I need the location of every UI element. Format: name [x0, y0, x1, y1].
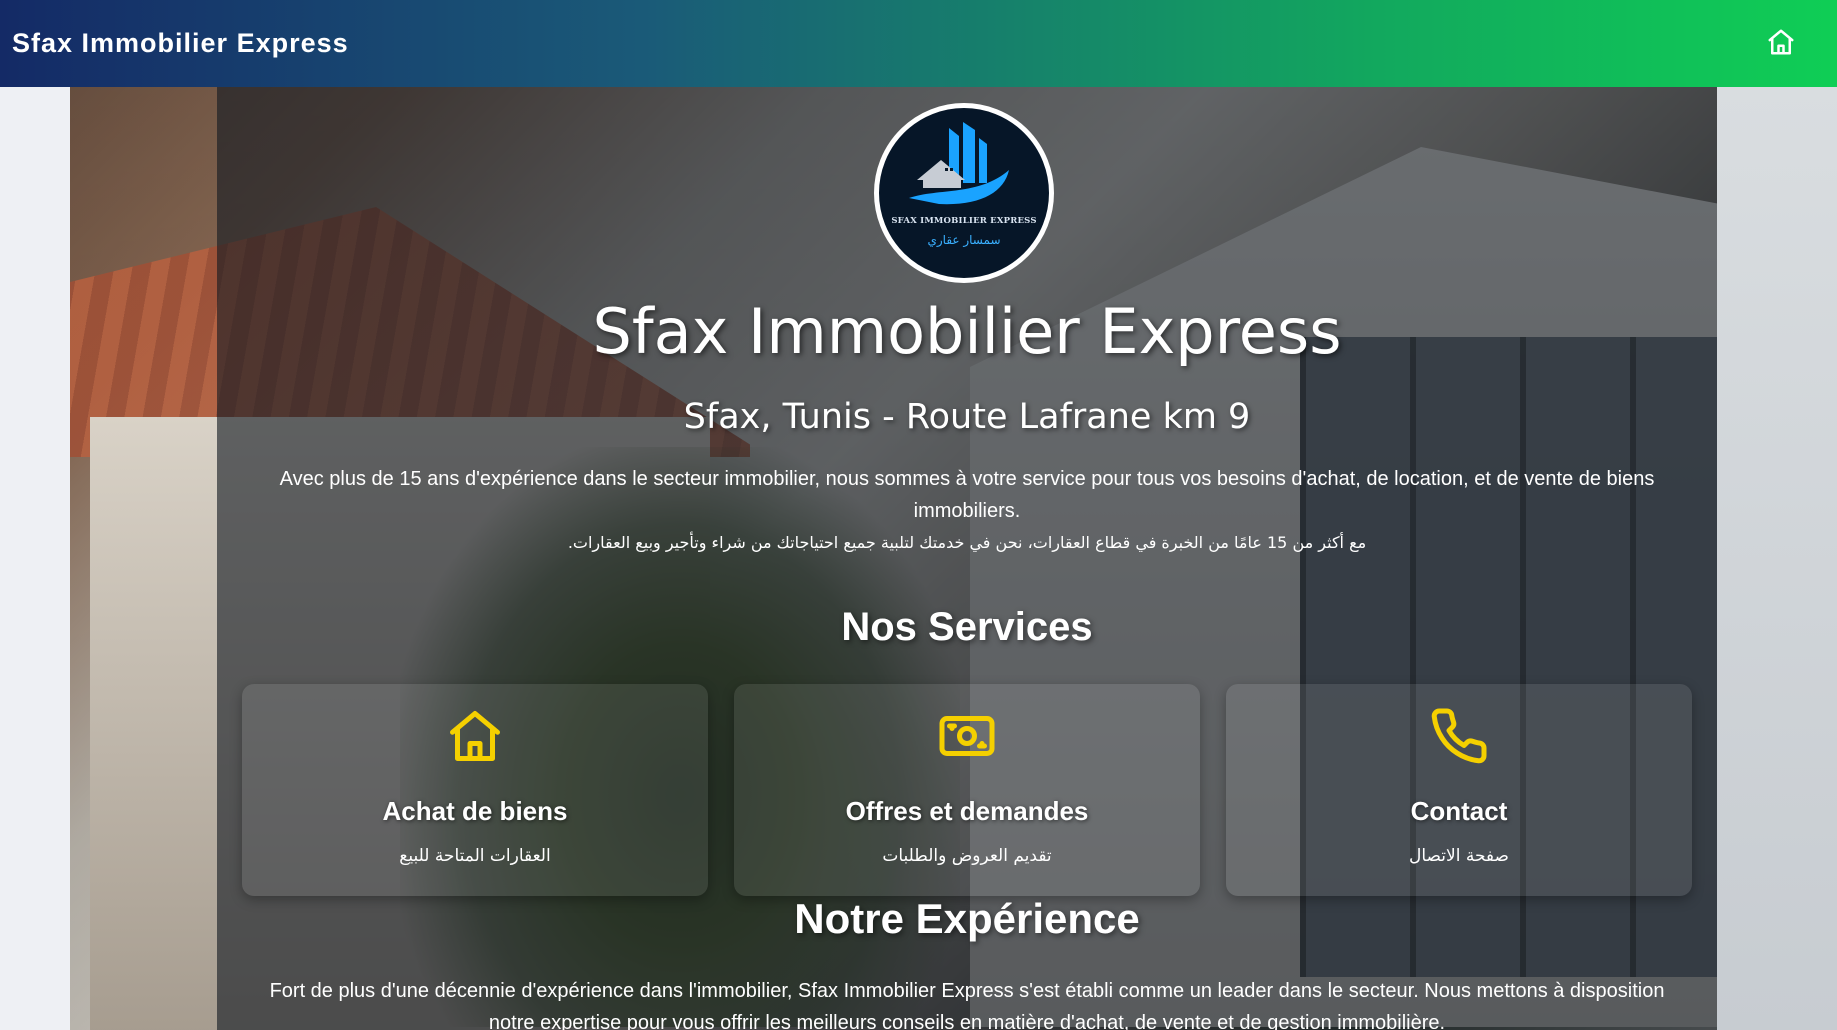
- main-content: SFAX IMMOBILIER EXPRESS سمسار عقاري Sfax…: [217, 87, 1717, 1030]
- service-card-label-ar: تقديم العروض والطلبات: [882, 846, 1052, 866]
- logo-caption-en: SFAX IMMOBILIER EXPRESS: [891, 216, 1037, 226]
- home-icon: [1766, 27, 1796, 61]
- address-subtitle: Sfax, Tunis - Route Lafrane km 9: [683, 397, 1251, 437]
- experience-text: Fort de plus d'une décennie d'expérience…: [269, 980, 1665, 1030]
- home-button[interactable]: [1759, 22, 1803, 66]
- phone-icon: [1429, 706, 1489, 766]
- company-logo: SFAX IMMOBILIER EXPRESS سمسار عقاري: [874, 103, 1054, 283]
- logo-graphic: [909, 122, 1009, 205]
- home-icon: [445, 706, 505, 766]
- logo-caption-ar: سمسار عقاري: [927, 233, 1001, 247]
- service-card-label: Achat de biens: [382, 796, 568, 826]
- service-card-label: Offres et demandes: [845, 796, 1089, 826]
- top-navbar: Sfax Immobilier Express: [0, 0, 1837, 87]
- service-card-contact[interactable]: Contact صفحة الاتصال: [1226, 684, 1692, 896]
- service-card-label: Contact: [1410, 796, 1508, 826]
- service-card-achat[interactable]: Achat de biens العقارات المتاحة للبيع: [242, 684, 708, 896]
- hero-section: SFAX IMMOBILIER EXPRESS سمسار عقاري Sfax…: [70, 87, 1837, 1030]
- service-card-label-ar: العقارات المتاحة للبيع: [399, 846, 551, 866]
- service-card-offres[interactable]: Offres et demandes تقديم العروض والطلبات: [734, 684, 1200, 896]
- page-title: Sfax Immobilier Express: [592, 295, 1342, 368]
- background-right-edge: [1717, 87, 1837, 1030]
- experience-heading: Notre Expérience: [794, 895, 1140, 942]
- service-card-label-ar: صفحة الاتصال: [1409, 846, 1509, 866]
- brand-link[interactable]: Sfax Immobilier Express: [12, 28, 349, 59]
- services-heading: Nos Services: [841, 605, 1093, 649]
- intro-text-ar: مع أكثر من 15 عامًا من الخبرة في قطاع ال…: [567, 533, 1367, 552]
- services-cards: Achat de biens العقارات المتاحة للبيع Of…: [242, 684, 1692, 896]
- intro-text-fr: Avec plus de 15 ans d'expérience dans le…: [279, 468, 1655, 522]
- cash-icon: [937, 706, 997, 766]
